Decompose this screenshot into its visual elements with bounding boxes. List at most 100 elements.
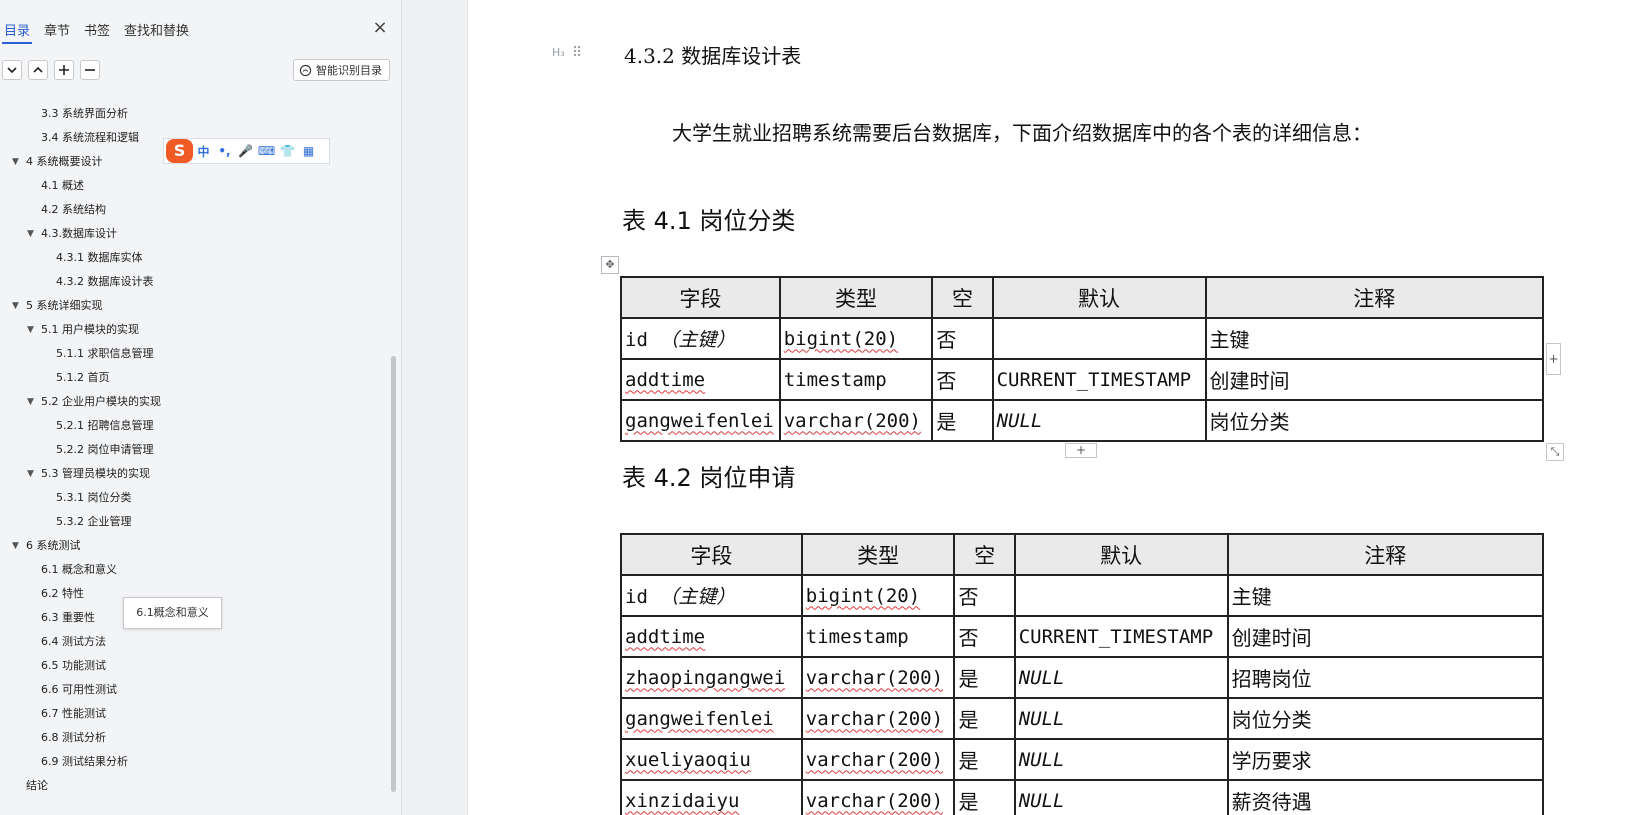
table-header-cell[interactable]: 注释 <box>1204 276 1545 319</box>
type-cell[interactable]: varchar(200) <box>800 697 956 740</box>
comment-cell[interactable]: 主键 <box>1226 574 1545 617</box>
nullable-cell[interactable]: 否 <box>931 358 994 401</box>
smart-toc-button[interactable]: 智能识别目录 <box>293 59 390 81</box>
table-header-cell[interactable]: 注释 <box>1226 533 1545 576</box>
comment-cell[interactable]: 岗位分类 <box>1204 399 1545 442</box>
field-cell[interactable]: id （主键） <box>620 317 781 360</box>
toc-scrollbar-thumb[interactable] <box>391 356 396 792</box>
comment-cell[interactable]: 岗位分类 <box>1226 697 1545 740</box>
type-cell[interactable]: bigint(20) <box>778 317 934 360</box>
toolbox-icon[interactable]: ▦ <box>298 144 319 158</box>
tab-chapters[interactable]: 章节 <box>42 16 72 44</box>
default-cell[interactable]: NULL <box>1013 779 1229 815</box>
default-cell[interactable]: NULL <box>1013 738 1229 781</box>
toc-item[interactable]: 5.1.1 求职信息管理 <box>0 342 395 366</box>
type-cell[interactable]: varchar(200) <box>800 656 956 699</box>
toc-item[interactable]: 5.3.1 岗位分类 <box>0 486 395 510</box>
toc-item[interactable]: ▼ 5.3 管理员模块的实现 <box>0 462 395 486</box>
expand-button[interactable] <box>28 60 48 80</box>
table-header-cell[interactable]: 空 <box>953 533 1016 576</box>
default-cell[interactable]: NULL <box>1013 697 1229 740</box>
nullable-cell[interactable]: 是 <box>953 738 1016 781</box>
field-cell[interactable]: xinzidaiyu <box>620 779 803 815</box>
field-cell[interactable]: addtime <box>620 615 803 658</box>
add-row-button[interactable]: + <box>1065 443 1097 458</box>
expand-arrow-icon[interactable]: ▼ <box>27 222 34 246</box>
toc-item[interactable]: 6.9 测试结果分析 <box>0 750 395 774</box>
field-cell[interactable]: gangweifenlei <box>620 697 803 740</box>
field-cell[interactable]: zhaopingangwei <box>620 656 803 699</box>
skin-icon[interactable]: 👕 <box>277 144 298 158</box>
nullable-cell[interactable]: 否 <box>953 574 1016 617</box>
toc-item[interactable]: 6.5 功能测试 <box>0 654 395 678</box>
toc-item[interactable]: 4.2 系统结构 <box>0 198 395 222</box>
nullable-cell[interactable]: 是 <box>931 399 994 442</box>
nullable-cell[interactable]: 否 <box>931 317 994 360</box>
promote-level-button[interactable] <box>54 60 74 80</box>
ime-logo-icon[interactable]: S <box>166 139 193 163</box>
table-header-cell[interactable]: 类型 <box>778 276 934 319</box>
toc-item[interactable]: 6.4 测试方法 <box>0 630 395 654</box>
toc-item[interactable]: 4.3.2 数据库设计表 <box>0 270 395 294</box>
default-cell[interactable]: CURRENT_TIMESTAMP <box>1013 615 1229 658</box>
toc-item[interactable]: 6.6 可用性测试 <box>0 678 395 702</box>
toc-item[interactable]: ▼ 5.1 用户模块的实现 <box>0 318 395 342</box>
nullable-cell[interactable]: 是 <box>953 656 1016 699</box>
field-cell[interactable]: gangweifenlei <box>620 399 781 442</box>
table-header-cell[interactable]: 默认 <box>991 276 1207 319</box>
field-cell[interactable]: addtime <box>620 358 781 401</box>
microphone-icon[interactable]: 🎤 <box>235 144 256 158</box>
ime-punctuation-icon[interactable]: •, <box>214 144 235 158</box>
toc-item[interactable]: 5.3.2 企业管理 <box>0 510 395 534</box>
tab-toc[interactable]: 目录 <box>2 16 33 44</box>
type-cell[interactable]: varchar(200) <box>800 738 956 781</box>
table-header-cell[interactable]: 字段 <box>620 276 781 319</box>
default-cell[interactable]: NULL <box>991 399 1207 442</box>
toc-item[interactable]: ▼ 4.3.数据库设计 <box>0 222 395 246</box>
ime-chinese-mode[interactable]: 中 <box>193 143 214 160</box>
table-header-cell[interactable]: 默认 <box>1013 533 1229 576</box>
table-resize-icon[interactable]: ⤡ <box>1546 443 1564 461</box>
table-move-icon[interactable]: ✥ <box>601 256 619 274</box>
toc-item[interactable]: 6.1 概念和意义 <box>0 558 395 582</box>
comment-cell[interactable]: 薪资待遇 <box>1226 779 1545 815</box>
toc-item[interactable]: ▼ 5 系统详细实现 <box>0 294 395 318</box>
keyboard-icon[interactable]: ⌨ <box>256 144 277 158</box>
demote-level-button[interactable] <box>80 60 100 80</box>
tab-bookmarks[interactable]: 书签 <box>82 16 112 44</box>
table-header-cell[interactable]: 字段 <box>620 533 803 576</box>
heading-level-icon[interactable]: H₃ <box>552 46 565 59</box>
toc-item[interactable]: 6.8 测试分析 <box>0 726 395 750</box>
close-icon[interactable]: × <box>370 18 390 38</box>
toc-item[interactable]: 3.3 系统界面分析 <box>0 102 395 126</box>
type-cell[interactable]: varchar(200) <box>800 779 956 815</box>
toc-item[interactable]: ▼ 5.2 企业用户模块的实现 <box>0 390 395 414</box>
default-cell[interactable]: NULL <box>1013 656 1229 699</box>
type-cell[interactable]: timestamp <box>778 358 934 401</box>
collapse-button[interactable] <box>2 60 22 80</box>
nullable-cell[interactable]: 否 <box>953 615 1016 658</box>
toc-item[interactable]: ▼ 6 系统测试 <box>0 534 395 558</box>
toc-item[interactable]: 5.2.2 岗位申请管理 <box>0 438 395 462</box>
field-cell[interactable]: id （主键） <box>620 574 803 617</box>
expand-arrow-icon[interactable]: ▼ <box>27 390 34 414</box>
drag-handle-icon[interactable]: ⠿ <box>572 45 582 61</box>
expand-arrow-icon[interactable]: ▼ <box>12 150 19 174</box>
expand-arrow-icon[interactable]: ▼ <box>27 462 34 486</box>
toc-item[interactable]: 4.1 概述 <box>0 174 395 198</box>
comment-cell[interactable]: 创建时间 <box>1226 615 1545 658</box>
type-cell[interactable]: bigint(20) <box>800 574 956 617</box>
table-header-cell[interactable]: 类型 <box>800 533 956 576</box>
comment-cell[interactable]: 主键 <box>1204 317 1545 360</box>
field-cell[interactable]: xueliyaoqiu <box>620 738 803 781</box>
comment-cell[interactable]: 创建时间 <box>1204 358 1545 401</box>
default-cell[interactable] <box>991 317 1207 360</box>
toc-item[interactable]: 5.1.2 首页 <box>0 366 395 390</box>
comment-cell[interactable]: 学历要求 <box>1226 738 1545 781</box>
add-column-button[interactable]: + <box>1546 343 1561 375</box>
default-cell[interactable] <box>1013 574 1229 617</box>
default-cell[interactable]: CURRENT_TIMESTAMP <box>991 358 1207 401</box>
tab-find-replace[interactable]: 查找和替换 <box>122 16 191 44</box>
nullable-cell[interactable]: 是 <box>953 697 1016 740</box>
expand-arrow-icon[interactable]: ▼ <box>12 534 19 558</box>
